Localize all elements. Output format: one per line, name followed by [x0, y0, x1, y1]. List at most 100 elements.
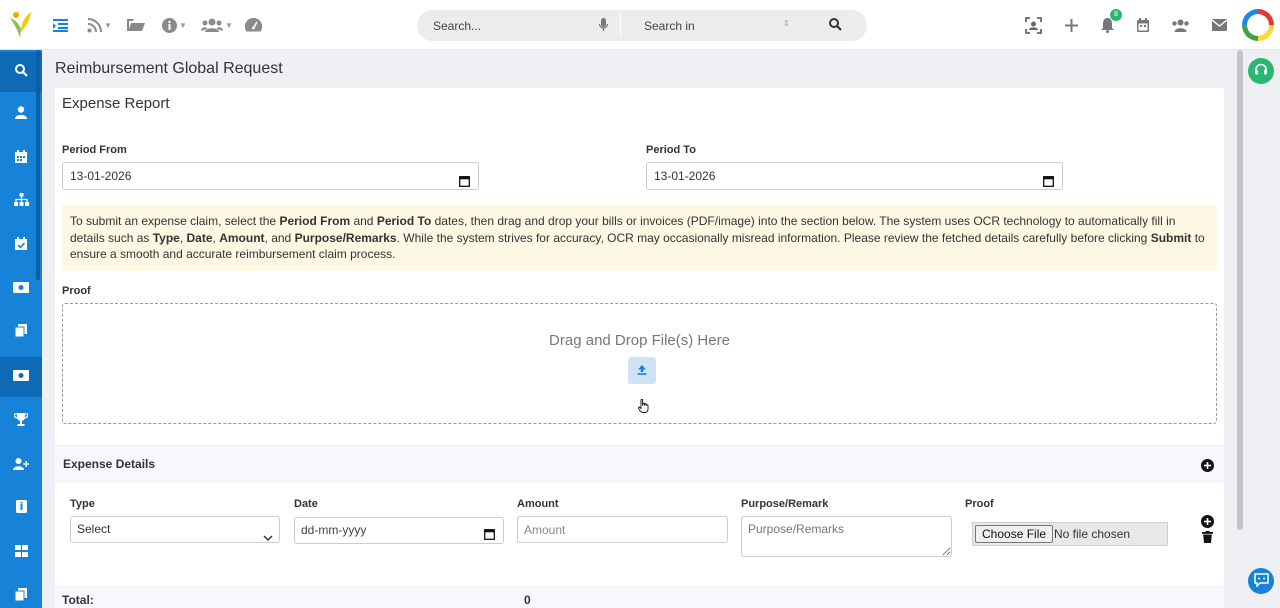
choose-file-button[interactable]: Choose File — [975, 525, 1054, 543]
amount-label: Amount — [517, 498, 559, 510]
purpose-label: Purpose/Remark — [741, 498, 829, 510]
add-icon[interactable] — [1065, 15, 1078, 35]
info-bold: Period To — [376, 214, 432, 228]
amount-input[interactable] — [517, 516, 728, 543]
expense-details-header: Expense Details — [55, 445, 1224, 483]
search-icon — [14, 64, 28, 80]
money-bill-icon — [13, 370, 29, 384]
headset-icon — [1254, 63, 1268, 80]
sidebar-item-id-badge[interactable] — [0, 488, 42, 528]
sidebar-item-reimbursement[interactable] — [0, 357, 42, 397]
calendar-icon[interactable] — [1137, 15, 1149, 35]
calendar-icon[interactable] — [1043, 170, 1054, 196]
date-label: Date — [294, 498, 318, 510]
rss-feed-icon[interactable]: ▼ — [87, 15, 112, 35]
sitemap-icon — [13, 193, 29, 209]
search-in-select[interactable]: Search in — [644, 19, 695, 33]
total-row: Total: 0 — [55, 586, 1224, 608]
sidebar-item-documents[interactable] — [0, 312, 42, 352]
microphone-icon[interactable] — [598, 18, 609, 35]
sidebar-item-files[interactable] — [0, 576, 42, 608]
grid-icon — [14, 544, 28, 560]
mail-icon[interactable] — [1212, 15, 1227, 35]
user-avatar[interactable] — [1242, 9, 1274, 41]
period-to-label: Period To — [646, 144, 696, 156]
id-badge-icon — [15, 500, 27, 516]
period-to-input[interactable]: 13-01-2026 — [646, 162, 1063, 190]
type-select[interactable]: Select — [70, 516, 280, 543]
hand-pointer-icon — [637, 398, 649, 416]
total-label: Total: — [62, 593, 94, 607]
sidebar — [0, 50, 42, 608]
page-title: Reimbursement Global Request — [55, 60, 283, 77]
sidebar-item-dashboard[interactable] — [0, 532, 42, 572]
search-icon[interactable] — [829, 18, 842, 34]
date-input[interactable]: dd-mm-yyyy — [294, 517, 504, 544]
type-label: Type — [70, 498, 95, 510]
upload-button[interactable] — [628, 357, 656, 384]
info-icon[interactable]: ▼ — [162, 15, 187, 35]
trophy-icon — [13, 413, 29, 429]
period-from-value: 13-01-2026 — [70, 169, 132, 183]
search-divider — [620, 14, 621, 37]
sidebar-item-add-user[interactable] — [0, 445, 42, 485]
purpose-textarea[interactable] — [741, 516, 952, 557]
info-bold: Submit — [1150, 230, 1192, 245]
team-icon[interactable] — [1171, 15, 1190, 35]
user-icon — [15, 106, 27, 122]
calendar-icon[interactable] — [459, 170, 470, 196]
file-dropzone[interactable]: Drag and Drop File(s) Here — [62, 303, 1217, 424]
delete-row-button[interactable] — [1202, 531, 1213, 546]
period-from-input[interactable]: 13-01-2026 — [62, 162, 479, 190]
expense-details-title: Expense Details — [63, 457, 156, 471]
chevron-down-icon: ▼ — [104, 20, 112, 30]
info-bold: Type — [152, 230, 180, 245]
search-input[interactable] — [433, 10, 603, 41]
calendar-icon[interactable] — [484, 524, 495, 549]
trash-icon — [1202, 531, 1213, 546]
global-search-bar: Search in ⇕ — [417, 10, 867, 41]
notification-badge: 8 — [1110, 9, 1122, 21]
sort-arrows-icon: ⇕ — [783, 19, 790, 28]
chevron-down-icon — [263, 526, 273, 551]
folder-icon[interactable] — [127, 15, 145, 35]
instructions-notice: To submit an expense claim, select the P… — [62, 205, 1217, 271]
chat-bot-button[interactable] — [1248, 568, 1274, 594]
dashboard-gauge-icon[interactable] — [245, 15, 262, 35]
card-title: Expense Report — [62, 95, 170, 112]
user-plus-icon — [13, 457, 30, 473]
app-logo-icon[interactable] — [8, 10, 34, 40]
sidebar-item-awards[interactable] — [0, 401, 42, 441]
calendar-icon — [15, 150, 27, 166]
page-scrollbar[interactable] — [1237, 50, 1243, 530]
info-bold: Date — [186, 230, 213, 245]
sidebar-scrollbar[interactable] — [36, 50, 40, 280]
support-chat-button[interactable] — [1248, 58, 1274, 84]
info-text: , and — [264, 230, 295, 245]
copy-icon — [14, 324, 27, 340]
info-text: and — [350, 214, 377, 228]
date-placeholder: dd-mm-yyyy — [301, 523, 367, 537]
period-from-label: Period From — [62, 144, 127, 156]
chat-bubble-icon — [1253, 572, 1269, 590]
calendar-check-icon — [15, 237, 27, 253]
add-section-button[interactable] — [1201, 459, 1214, 475]
type-selected-value: Select — [77, 522, 111, 536]
info-text: , — [179, 230, 187, 245]
add-row-button[interactable] — [1201, 515, 1214, 531]
menu-toggle-icon[interactable] — [53, 15, 68, 35]
proof-label: Proof — [62, 285, 91, 297]
file-input[interactable]: Choose File No file chosen — [972, 522, 1168, 546]
scan-face-icon[interactable] — [1025, 15, 1042, 35]
info-bold: Purpose/Remarks — [294, 230, 397, 245]
info-text: . While the system strives for accuracy,… — [396, 230, 1151, 245]
users-icon[interactable]: ▼ — [201, 15, 233, 35]
info-bold: Amount — [219, 230, 265, 245]
period-to-value: 13-01-2026 — [654, 169, 716, 183]
top-bar: ▼ ▼ ▼ Search in ⇕ 8 — [0, 0, 1280, 50]
no-file-text: No file chosen — [1054, 527, 1131, 541]
total-value: 0 — [524, 593, 531, 607]
expense-report-card: Expense Report Period From 13-01-2026 Pe… — [55, 88, 1224, 608]
row-proof-label: Proof — [965, 498, 994, 510]
dropzone-text: Drag and Drop File(s) Here — [549, 332, 730, 349]
